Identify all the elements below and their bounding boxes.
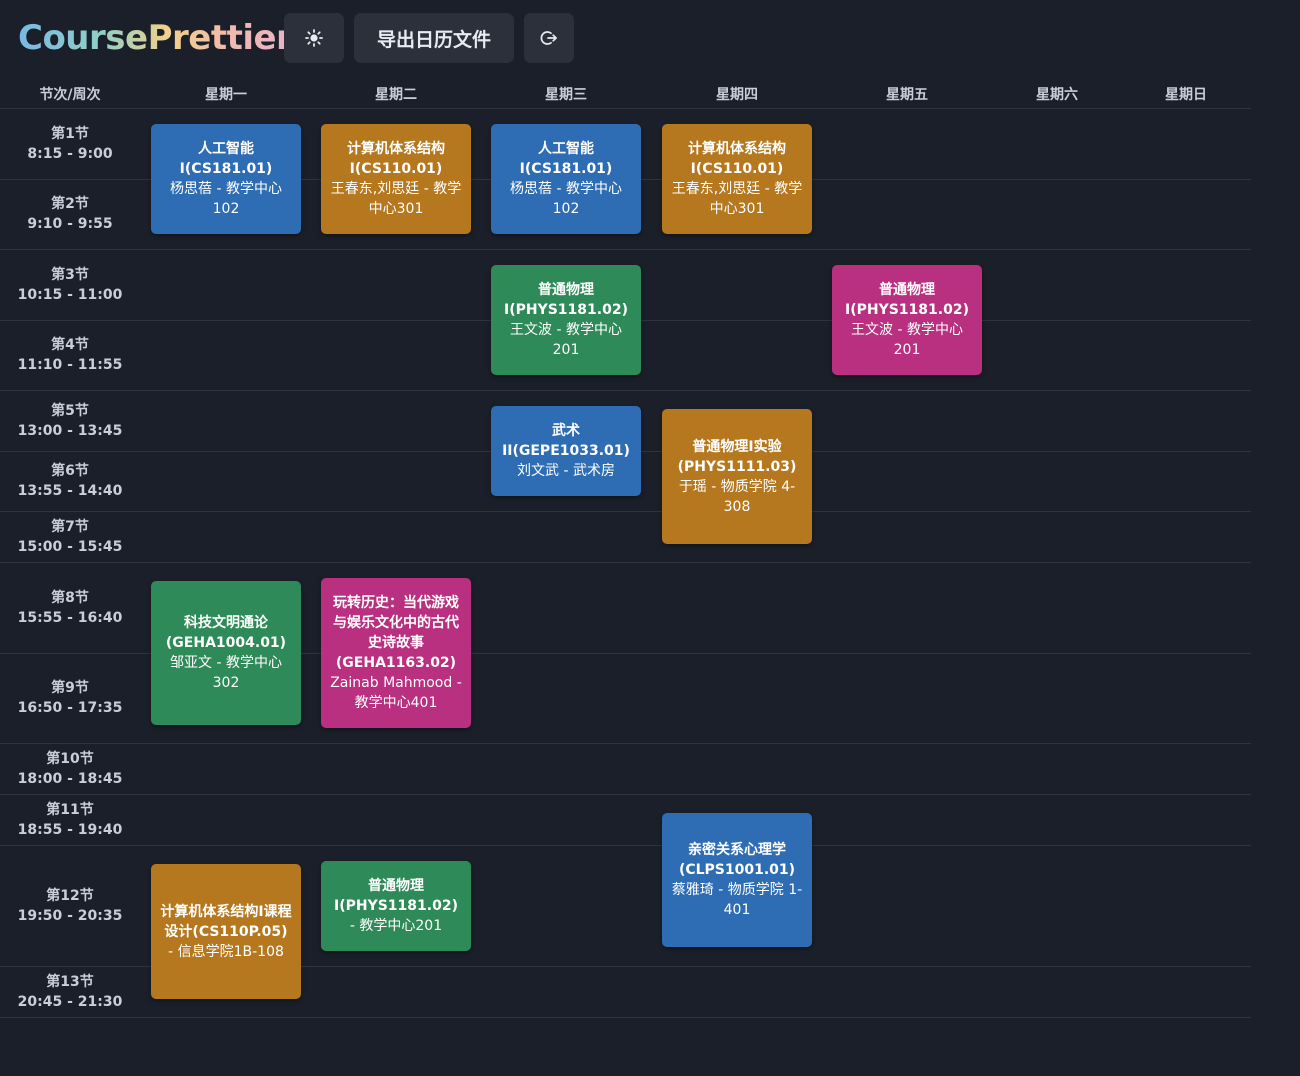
course-name: 人工智能I(CS181.01) [519,141,613,177]
slot-label: 第12节 19:50 - 20:35 [17,888,123,924]
course-info: - 教学中心201 [349,918,443,934]
course-info: 邹亚文 - 教学中心302 [170,655,282,691]
course-info: 王春东,刘思廷 - 教学中心301 [671,181,803,217]
course-name: 科技文明通论(GEHA1004.01) [165,615,287,651]
logout-icon [540,29,558,47]
grid-line [0,390,1251,391]
slot-label: 第6节 13:55 - 14:40 [17,463,123,499]
grid-line [0,249,1251,250]
course-info: 杨思蓓 - 教学中心102 [510,181,622,217]
course-card[interactable]: 计算机体系结构I(CS110.01) 王春东,刘思廷 - 教学中心301 [321,124,471,234]
slot-label: 第13节 20:45 - 21:30 [17,974,123,1010]
course-card[interactable]: 计算机体系结构I(CS110.01) 王春东,刘思廷 - 教学中心301 [662,124,812,234]
app-logo: CoursePrettier [18,18,293,58]
header-day-sat: 星期六 [1036,87,1078,103]
slot-label: 第2节 9:10 - 9:55 [27,196,113,232]
slot-label: 第1节 8:15 - 9:00 [27,126,113,162]
header-day-mon: 星期一 [205,87,247,103]
course-info: 蔡雅琦 - 物质学院 1-401 [671,882,803,918]
export-calendar-button[interactable]: 导出日历文件 [354,13,514,63]
slot-label: 第9节 16:50 - 17:35 [17,680,123,716]
theme-toggle-button[interactable] [284,13,344,63]
course-card[interactable]: 玩转历史：当代游戏与娱乐文化中的古代史诗故事(GEHA1163.02) Zain… [321,578,471,728]
course-card[interactable]: 人工智能I(CS181.01) 杨思蓓 - 教学中心102 [491,124,641,234]
course-name: 武术II(GEPE1033.01) [502,423,630,459]
course-card[interactable]: 普通物理I(PHYS1181.02) - 教学中心201 [321,861,471,951]
slot-label: 第7节 15:00 - 15:45 [17,519,123,555]
course-info: 王春东,刘思廷 - 教学中心301 [330,181,462,217]
grid-line [0,845,1251,846]
slot-label: 第4节 11:10 - 11:55 [17,337,123,373]
course-info: - 信息学院1B-108 [168,943,284,960]
slot-label: 第8节 15:55 - 16:40 [17,590,123,626]
course-name: 玩转历史：当代游戏与娱乐文化中的古代史诗故事(GEHA1163.02) [333,595,459,671]
header-day-thu: 星期四 [716,87,758,103]
course-name: 普通物理I实验(PHYS1111.03) [677,438,797,475]
header-slot-column: 节次/周次 [39,87,101,103]
course-card[interactable]: 人工智能I(CS181.01) 杨思蓓 - 教学中心102 [151,124,301,234]
grid-line [0,794,1251,795]
course-info: 王文波 - 教学中心201 [510,322,622,358]
course-card[interactable]: 普通物理I实验(PHYS1111.03) 于瑶 - 物质学院 4-308 [662,409,812,544]
course-name: 普通物理I(PHYS1181.02) [334,878,458,914]
header-day-tue: 星期二 [375,87,417,103]
grid-line [0,1017,1251,1018]
course-card[interactable]: 亲密关系心理学(CLPS1001.01) 蔡雅琦 - 物质学院 1-401 [662,813,812,947]
course-name: 计算机体系结构I(CS110.01) [688,141,786,177]
slot-label: 第5节 13:00 - 13:45 [17,403,123,439]
course-name: 亲密关系心理学(CLPS1001.01) [678,842,796,878]
course-info: 杨思蓓 - 教学中心102 [170,181,282,217]
course-card[interactable]: 武术II(GEPE1033.01) 刘文武 - 武术房 [491,406,641,496]
course-info: 王文波 - 教学中心201 [851,322,963,358]
slot-label: 第10节 18:00 - 18:45 [17,751,123,787]
course-info: 于瑶 - 物质学院 4-308 [678,478,796,515]
course-name: 计算机体系结构I课程设计(CS110P.05) [160,903,292,940]
slot-label: 第11节 18:55 - 19:40 [17,802,123,838]
top-bar: CoursePrettier 导出日历文件 [0,0,1300,76]
grid-line [0,511,1251,512]
course-card[interactable]: 科技文明通论(GEHA1004.01) 邹亚文 - 教学中心302 [151,581,301,725]
slot-label: 第3节 10:15 - 11:00 [17,267,123,303]
grid-line [0,108,1251,109]
course-name: 普通物理I(PHYS1181.02) [845,282,969,318]
course-card[interactable]: 普通物理I(PHYS1181.02) 王文波 - 教学中心201 [832,265,982,375]
header-day-sun: 星期日 [1165,87,1207,103]
header-day-wed: 星期三 [545,87,587,103]
sun-icon [305,29,323,47]
grid-line [0,743,1251,744]
course-info: 刘文武 - 武术房 [517,463,615,479]
grid-line [0,562,1251,563]
course-card[interactable]: 普通物理I(PHYS1181.02) 王文波 - 教学中心201 [491,265,641,375]
header-day-fri: 星期五 [886,87,928,103]
course-card[interactable]: 计算机体系结构I课程设计(CS110P.05) - 信息学院1B-108 [151,864,301,999]
course-name: 人工智能I(CS181.01) [179,141,273,177]
course-name: 普通物理I(PHYS1181.02) [504,282,628,318]
course-name: 计算机体系结构I(CS110.01) [347,141,445,177]
logout-button[interactable] [524,13,574,63]
course-info: Zainab Mahmood - 教学中心401 [330,675,462,711]
